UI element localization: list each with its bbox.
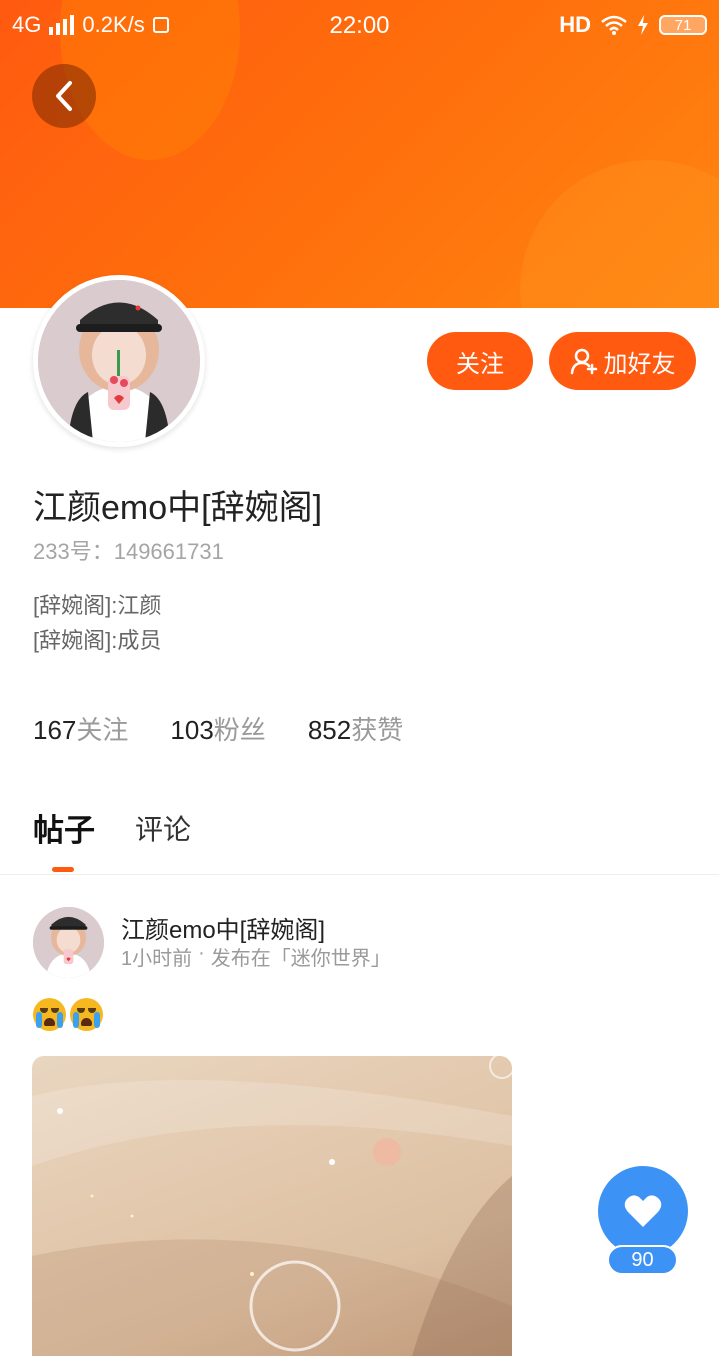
- tab-label: 帖子: [33, 813, 95, 848]
- charging-icon: [638, 15, 648, 35]
- divider: [0, 874, 719, 875]
- tab-label: 评论: [135, 814, 192, 845]
- back-chevron-icon: [56, 81, 72, 111]
- post-content: [33, 998, 103, 1031]
- active-tab-indicator: [52, 867, 74, 872]
- tab-comments[interactable]: 评论: [135, 805, 191, 850]
- stat-value: 852: [307, 715, 352, 745]
- crying-emoji-icon: [33, 998, 66, 1031]
- add-friend-button[interactable]: 加好友: [549, 332, 696, 390]
- post-time: 1小时前: [121, 948, 193, 970]
- follow-button[interactable]: 关注: [427, 332, 533, 390]
- post-image-content: [32, 1056, 512, 1356]
- post-author-name[interactable]: 江颜emo中[辞婉阁]: [121, 910, 325, 945]
- stat-following[interactable]: 167关注: [33, 710, 128, 747]
- stat-followers[interactable]: 103粉丝: [170, 710, 265, 747]
- avatar-image: [38, 280, 200, 442]
- back-button[interactable]: [32, 64, 96, 128]
- meta-separator: ·: [198, 942, 205, 964]
- post-community[interactable]: 发布在「迷你世界」: [211, 942, 391, 971]
- bio-line: [辞婉阁]:江颜: [33, 593, 162, 618]
- stat-value: 103: [170, 715, 214, 745]
- profile-tabs: 帖子 评论: [33, 805, 191, 872]
- like-button[interactable]: [598, 1166, 688, 1256]
- stat-label: 粉丝: [213, 715, 266, 745]
- profile-stats: 167关注 103粉丝 852获赞: [33, 710, 403, 747]
- stat-label: 关注: [76, 715, 129, 745]
- add-friend-label: 加好友: [603, 350, 676, 378]
- profile-id: 233号：149661731: [33, 534, 224, 566]
- like-count: 90: [607, 1245, 678, 1275]
- id-value: 149661731: [113, 539, 224, 564]
- profile-username: 江颜emo中[辞婉阁]: [33, 489, 323, 527]
- wifi-icon: [601, 15, 627, 35]
- battery-indicator: 71: [659, 15, 707, 35]
- follow-label: 关注: [456, 350, 504, 378]
- post-meta: 1小时前 · 发布在「迷你世界」: [121, 942, 391, 971]
- post-image[interactable]: [32, 1056, 512, 1356]
- id-label: 233号：: [33, 539, 114, 564]
- tab-posts[interactable]: 帖子: [33, 805, 95, 872]
- banner-decoration: [520, 160, 719, 308]
- profile-bio: [辞婉阁]:江颜 [辞婉阁]:成员: [33, 588, 161, 658]
- add-user-icon: [570, 348, 597, 375]
- stat-label: 获赞: [351, 715, 404, 745]
- stat-value: 167: [33, 715, 77, 745]
- stat-likes: 852获赞: [308, 710, 403, 747]
- avatar-image: [33, 907, 104, 978]
- profile-avatar[interactable]: [33, 275, 205, 447]
- crying-emoji-icon: [70, 998, 103, 1031]
- hd-indicator: HD: [559, 12, 591, 37]
- heart-icon: [624, 1195, 662, 1227]
- bio-line: [辞婉阁]:成员: [33, 628, 162, 653]
- status-bar: 4G 0.2K/s 22:00 HD 71: [0, 0, 719, 50]
- post-author-avatar[interactable]: [33, 907, 104, 978]
